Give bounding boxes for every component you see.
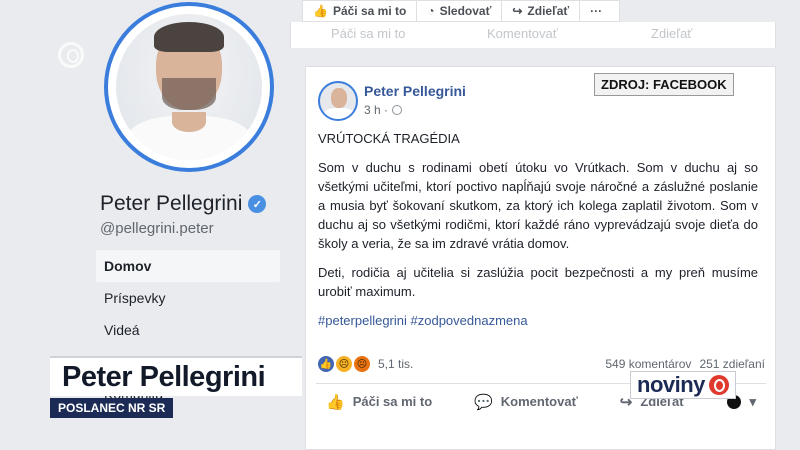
angry-reaction-icon: ☹ [354, 356, 370, 372]
post-author-name[interactable]: Peter Pellegrini [364, 83, 466, 99]
post-time-text: 3 h · [364, 103, 389, 117]
source-caption: ZDROJ: FACEBOOK [594, 73, 734, 96]
post-hashtags[interactable]: #peterpellegrini #zodpovednazmena [318, 311, 758, 330]
nav-item-domov[interactable]: Domov [96, 250, 280, 282]
chevron-down-icon: ▾ [749, 393, 756, 409]
profile-handle[interactable]: @pellegrini.peter [100, 220, 214, 237]
post-timestamp[interactable]: 3 h · [364, 103, 403, 117]
post-author-avatar[interactable] [318, 81, 358, 121]
page-share-button[interactable]: ↪ Zdieľať [502, 1, 581, 21]
prev-comment-button[interactable]: Komentovať [487, 26, 558, 41]
post-comment-button[interactable]: 💬 Komentovať [474, 393, 578, 411]
comment-bubble-icon: 💬 [474, 393, 493, 411]
lower-third-name: Peter Pellegrini [50, 356, 302, 396]
channel-watermark-icon [58, 42, 84, 68]
post-paragraph-2: Deti, rodičia aj učitelia si zaslúžia po… [318, 265, 758, 299]
prev-share-button[interactable]: Zdieľať [651, 26, 692, 41]
sad-reaction-icon: ☹ [336, 356, 352, 372]
page-action-bar: 👍 Páči sa mi to ◔ Sledovať ↪ Zdieľať ··· [302, 0, 620, 22]
page-like-button[interactable]: 👍 Páči sa mi to [303, 1, 418, 21]
post-stats: 549 komentárov 251 zdieľaní [605, 357, 765, 371]
globe-icon [392, 105, 403, 115]
rss-icon: ◔ [427, 4, 435, 18]
page-share-label: Zdieľať [527, 4, 570, 18]
thumbs-up-icon: 👍 [326, 393, 345, 411]
channel-logo: noviny [630, 371, 736, 399]
previous-post-actions: Páči sa mi to Komentovať Zdieľať [290, 22, 776, 48]
post-paragraph-1: Som v duchu s rodinami obetí útoku vo Vr… [318, 160, 758, 251]
more-icon: ··· [590, 4, 603, 18]
verified-badge-icon: ✓ [248, 195, 267, 213]
nav-item-prispevky[interactable]: Príspevky [96, 282, 280, 314]
post-like-label: Páči sa mi to [352, 394, 433, 409]
reaction-count: 5,1 tis. [378, 357, 414, 371]
like-reaction-icon: 👍 [318, 356, 334, 372]
post-body: VRÚTOCKÁ TRAGÉDIA Som v duchu s rodinami… [318, 129, 758, 340]
prev-like-button[interactable]: Páči sa mi to [331, 26, 405, 41]
channel-logo-text: noviny [637, 372, 705, 397]
more-options-button[interactable]: ··· [580, 1, 612, 21]
follow-label: Sledovať [439, 4, 492, 18]
profile-photo [116, 14, 262, 160]
thumbs-up-icon: 👍 [313, 4, 328, 18]
profile-name[interactable]: Peter Pellegrini ✓ [100, 192, 267, 216]
profile-picture[interactable] [104, 2, 274, 172]
follow-button[interactable]: ◔ Sledovať [417, 1, 503, 21]
page-like-label: Páči sa mi to [332, 4, 407, 18]
lower-third-title: POSLANEC NR SR [50, 398, 174, 418]
comment-count[interactable]: 549 komentárov [605, 357, 691, 371]
share-count[interactable]: 251 zdieľaní [699, 357, 765, 371]
share-arrow-icon: ↪ [512, 4, 523, 18]
tv-lower-third: Peter Pellegrini POSLANEC NR SR [50, 356, 302, 418]
reactions-summary[interactable]: 👍 ☹ ☹ 5,1 tis. [318, 356, 413, 372]
nav-item-videa[interactable]: Videá [96, 314, 280, 346]
post-comment-label: Komentovať [500, 394, 578, 409]
post-like-button[interactable]: 👍 Páči sa mi to [326, 393, 432, 411]
post-heading: VRÚTOCKÁ TRAGÉDIA [318, 131, 460, 146]
channel-mark-icon [708, 375, 729, 395]
profile-name-text: Peter Pellegrini [100, 192, 243, 215]
